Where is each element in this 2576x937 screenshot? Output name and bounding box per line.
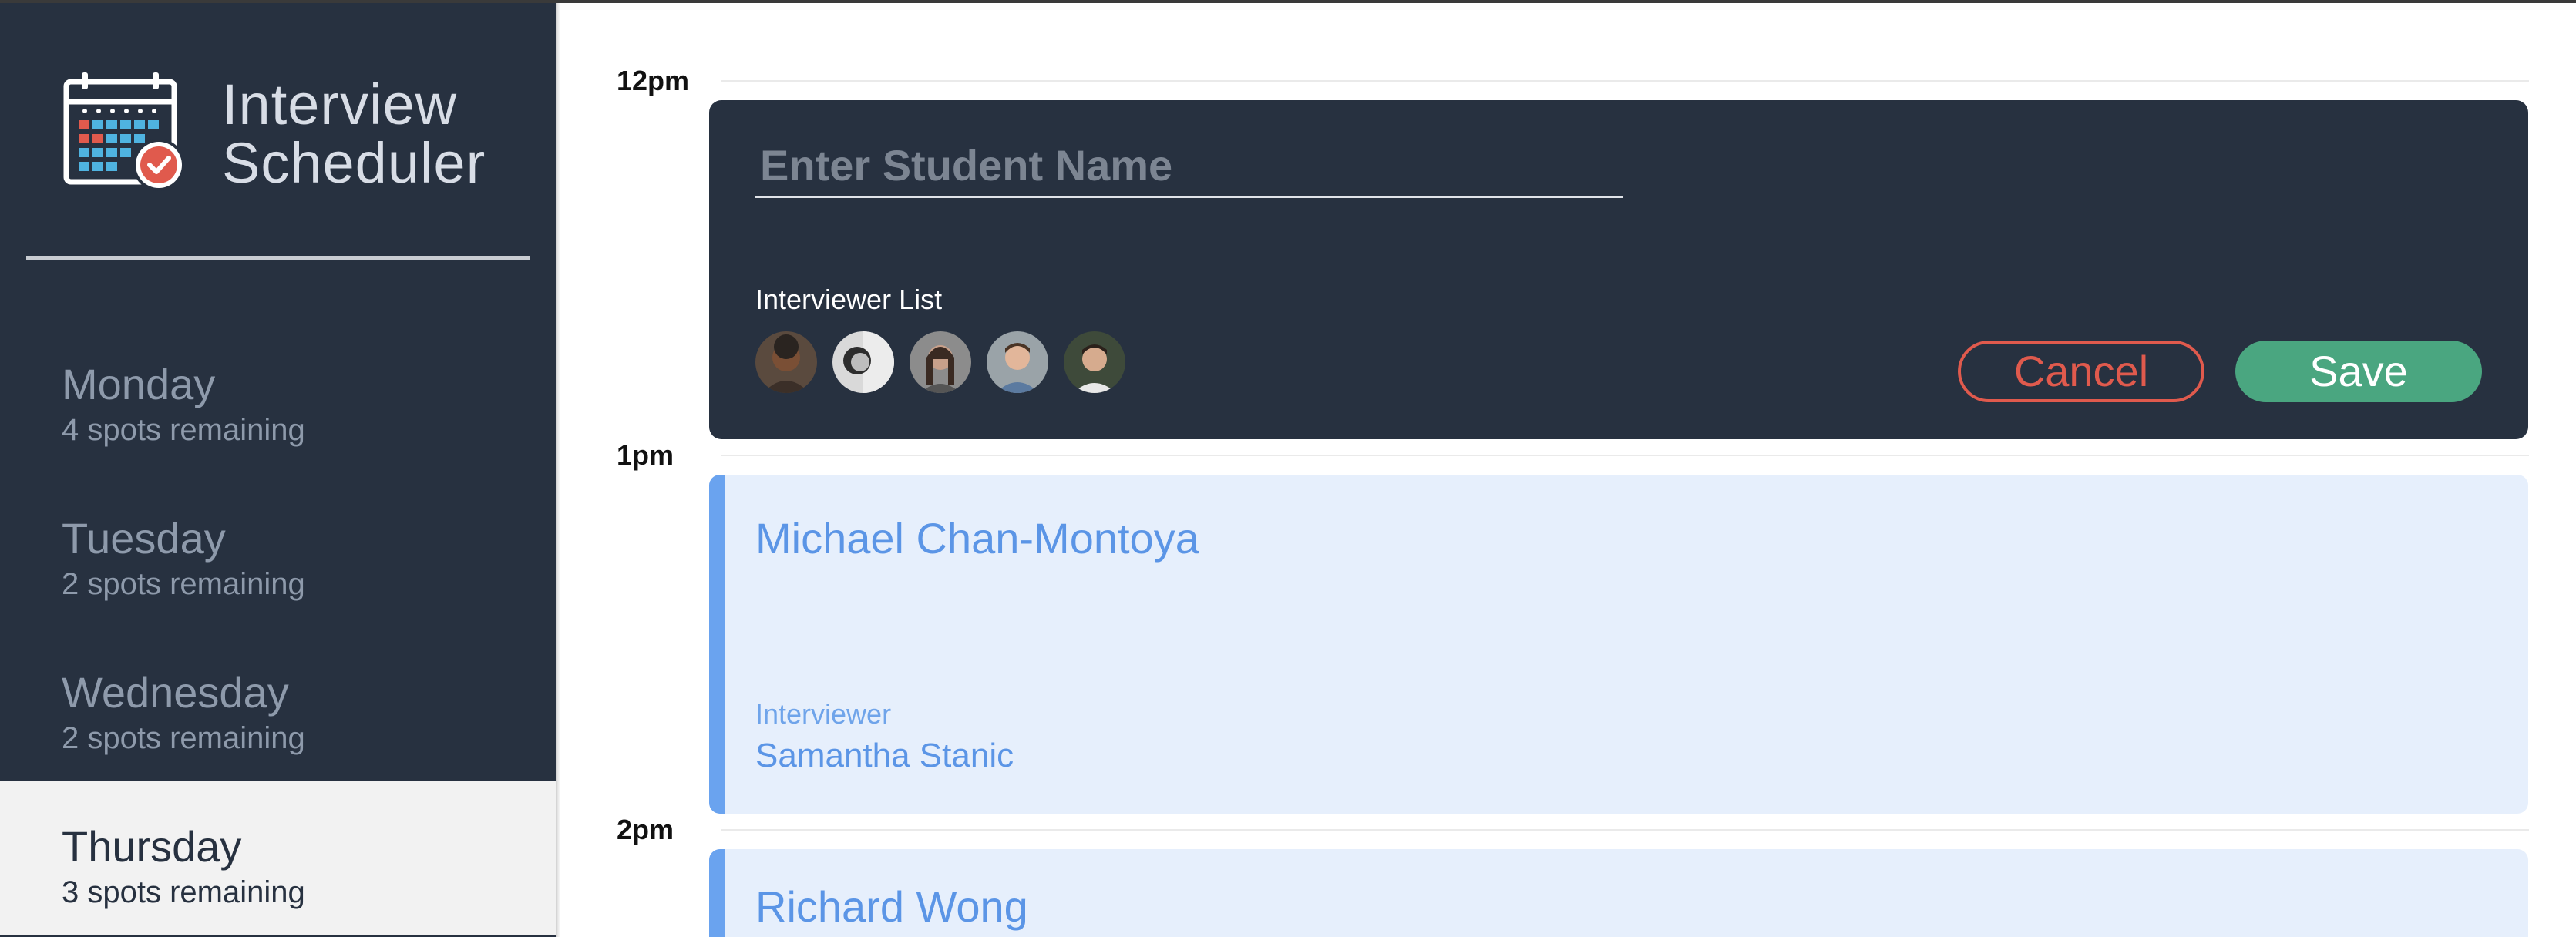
hour-label-12pm: 12pm (617, 65, 690, 96)
interviewer-avatar[interactable] (1064, 331, 1125, 393)
save-button[interactable]: Save (2235, 341, 2482, 402)
hour-divider (721, 455, 2529, 456)
sidebar: Interview Scheduler Monday 4 spots remai… (0, 3, 556, 937)
interviewer-avatar[interactable] (910, 331, 971, 393)
day-spots: 3 spots remaining (62, 875, 305, 909)
hour-divider (721, 829, 2529, 831)
day-spots: 2 spots remaining (62, 721, 305, 755)
hour-label-2pm: 2pm (617, 814, 674, 845)
app-title-line2: Scheduler (222, 131, 486, 195)
app-title-line1: Interview (222, 72, 458, 136)
appointment-interviewer-name: Samantha Stanic (755, 737, 1014, 774)
sidebar-item-monday[interactable]: Monday 4 spots remaining (0, 319, 556, 473)
day-spots: 4 spots remaining (62, 413, 305, 447)
sidebar-item-tuesday[interactable]: Tuesday 2 spots remaining (0, 473, 556, 627)
day-name: Tuesday (62, 514, 226, 563)
sidebar-divider (26, 256, 530, 260)
appointment-student-name: Richard Wong (755, 882, 1028, 931)
app-title: Interview Scheduler (222, 76, 486, 193)
day-name: Thursday (62, 822, 242, 871)
sidebar-shadow (556, 3, 560, 937)
day-name: Monday (62, 360, 216, 408)
appointment-accent-bar (709, 849, 725, 937)
day-name: Wednesday (62, 668, 289, 717)
calendar-check-icon (63, 71, 191, 194)
sidebar-item-thursday[interactable]: Thursday 3 spots remaining (0, 781, 556, 935)
day-spots: 2 spots remaining (62, 567, 305, 601)
cancel-button[interactable]: Cancel (1958, 341, 2204, 402)
interviewer-list (755, 331, 1125, 396)
sidebar-item-wednesday[interactable]: Wednesday 2 spots remaining (0, 627, 556, 781)
interviewer-avatar[interactable] (832, 331, 894, 393)
appointment-accent-bar (709, 475, 725, 814)
appointment-card[interactable]: Michael Chan-Montoya Interviewer Samanth… (709, 475, 2528, 814)
interviewer-avatar[interactable] (987, 331, 1048, 393)
hour-label-1pm: 1pm (617, 439, 674, 471)
appointment-student-name: Michael Chan-Montoya (755, 514, 1199, 563)
interviewer-avatar[interactable] (755, 331, 817, 393)
hour-divider (721, 80, 2529, 82)
appointment-interviewer-label: Interviewer (755, 698, 892, 730)
interviewer-list-label: Interviewer List (755, 284, 943, 315)
appointment-form: Interviewer List Cancel Save (709, 100, 2528, 439)
appointment-card[interactable]: Richard Wong (709, 849, 2528, 937)
student-name-input[interactable] (755, 134, 1623, 198)
